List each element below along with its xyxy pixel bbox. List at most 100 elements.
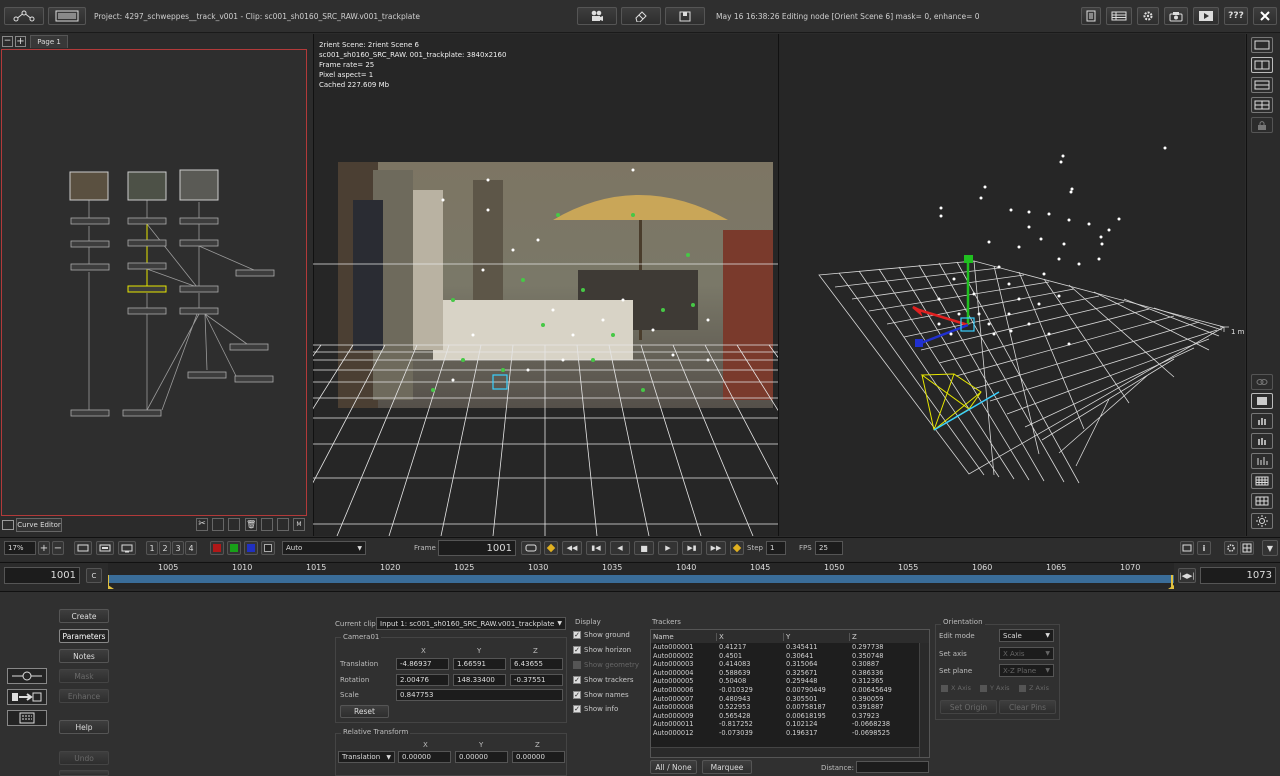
alpha-channel-button[interactable] [261, 541, 275, 555]
show-geometry-checkbox[interactable]: Show geometry [573, 661, 639, 669]
layout-button[interactable] [1106, 7, 1132, 25]
help-button[interactable]: ??? [1224, 7, 1248, 25]
list-view-button[interactable] [48, 7, 86, 25]
edit-mode-select[interactable]: Scale ▼ [999, 629, 1054, 642]
show-horizon-checkbox[interactable]: ✓ Show horizon [573, 646, 631, 654]
keyframe-button[interactable] [544, 541, 558, 555]
channel-select[interactable]: Auto ▼ [282, 541, 366, 555]
delete-icon[interactable]: 🗑 [245, 518, 257, 531]
table-row[interactable]: Auto000003 0.414083 0.315064 0.30887 [653, 660, 929, 669]
view-4-button[interactable]: 4 [185, 541, 197, 555]
reset-button[interactable]: Reset [340, 705, 389, 718]
grid-dense-button[interactable] [1251, 393, 1273, 409]
stop-button[interactable]: ■ [634, 541, 654, 555]
frame-field[interactable]: 1001 [438, 540, 516, 556]
node-view-button[interactable] [4, 7, 44, 25]
undo-button[interactable]: Undo [59, 751, 109, 765]
relative-z-field[interactable]: 0.00000 [512, 751, 565, 763]
keyframe-add-button[interactable] [730, 541, 744, 555]
clear-pins-button[interactable]: Clear Pins [999, 700, 1056, 714]
view-settings-button[interactable] [1224, 541, 1238, 555]
col-x[interactable]: X [717, 632, 784, 641]
camera-view[interactable] [313, 160, 778, 536]
col-z[interactable]: Z [850, 633, 918, 641]
collapse-panel-button[interactable]: ▼ [1262, 540, 1278, 556]
redo-button[interactable] [59, 770, 109, 776]
view-menu-button[interactable] [1240, 541, 1254, 555]
loop-button[interactable] [521, 541, 541, 555]
copy-icon[interactable] [212, 518, 224, 531]
show-names-checkbox[interactable]: ✓ Show names [573, 691, 629, 699]
parameters-button[interactable]: Parameters [59, 629, 109, 643]
layout-quad-button[interactable] [1251, 97, 1273, 113]
green-channel-button[interactable] [227, 541, 241, 555]
fit-icon[interactable] [261, 518, 273, 531]
rotation-z-field[interactable]: -0.37551 [510, 674, 563, 686]
next-key-button[interactable]: ▶▮ [682, 541, 702, 555]
table-row[interactable]: Auto000002 0.4501 0.30641 0.350748 [653, 652, 929, 661]
create-button[interactable]: Create [59, 609, 109, 623]
set-origin-button[interactable]: Set Origin [940, 700, 997, 714]
close-button[interactable] [1253, 7, 1277, 25]
snapshot-button[interactable] [1164, 7, 1188, 25]
enhance-button[interactable]: Enhance [59, 689, 109, 703]
table-row[interactable]: Auto000008 0.522953 0.00758187 0.391887 [653, 703, 929, 712]
zoom-out-button[interactable]: − [52, 541, 64, 555]
go-start-button[interactable]: ◀◀ [562, 541, 582, 555]
table-row[interactable]: Auto000006 -0.010329 0.00790449 0.00645649 [653, 686, 929, 695]
scale-field[interactable]: 0.847753 [396, 689, 563, 701]
notes-tab-button[interactable]: Notes [59, 649, 109, 663]
link-button[interactable] [1251, 374, 1273, 390]
current-clip-select[interactable]: Input 1: sc001_sh0160_SRC_RAW.v001_track… [376, 617, 566, 630]
scissors-icon[interactable]: ✂ [196, 518, 208, 531]
relative-mode-select[interactable]: Translation ▼ [338, 751, 395, 763]
help-tab-button[interactable]: Help [59, 720, 109, 734]
x-axis-checkbox[interactable]: X Axis [941, 684, 971, 692]
start-frame-field[interactable]: 1001 [4, 567, 80, 584]
node-link-icon[interactable] [7, 668, 47, 684]
layout-split-button[interactable] [1251, 57, 1273, 73]
bars-alt-button[interactable] [1251, 433, 1273, 449]
fullscreen-button[interactable] [96, 541, 114, 555]
c-button[interactable]: C [86, 568, 102, 583]
table-row[interactable]: Auto000011 -0.817252 0.102124 -0.0668238 [653, 720, 929, 729]
camera-button[interactable] [577, 7, 617, 25]
3d-view[interactable]: 1 m [779, 34, 1245, 536]
erase-button[interactable] [621, 7, 661, 25]
bars-button[interactable] [1251, 413, 1273, 429]
set-axis-select[interactable]: X Axis ▼ [999, 647, 1054, 660]
collapse-icon[interactable]: − [2, 36, 13, 47]
relative-y-field[interactable]: 0.00000 [455, 751, 508, 763]
calculator-icon[interactable] [7, 710, 47, 726]
relative-x-field[interactable]: 0.00000 [398, 751, 451, 763]
col-name[interactable]: Name [651, 632, 717, 641]
marquee-button[interactable]: Marquee [702, 760, 752, 774]
layout-horizontal-button[interactable] [1251, 77, 1273, 93]
go-end-button[interactable]: ▶▶ [706, 541, 726, 555]
lock-button[interactable] [1251, 117, 1273, 133]
show-trackers-checkbox[interactable]: ✓ Show trackers [573, 676, 634, 684]
grid-button[interactable] [1251, 473, 1273, 489]
zoom-in-button[interactable]: + [38, 541, 50, 555]
horizontal-scrollbar[interactable] [651, 747, 919, 757]
vertical-scrollbar[interactable] [919, 643, 929, 757]
fps-field[interactable]: 25 [815, 541, 843, 555]
layout-single-button[interactable] [1251, 37, 1273, 53]
trackers-table[interactable]: Name X Y Z Auto000001 0.41217 0.345411 0.29… [650, 629, 930, 758]
show-info-checkbox[interactable]: ✓ Show info [573, 705, 618, 713]
zoom-field[interactable]: 17% [4, 541, 36, 555]
waveform-button[interactable] [1251, 453, 1273, 469]
mask-button[interactable]: Mask [59, 669, 109, 683]
play-movie-button[interactable] [1193, 7, 1219, 25]
paste-icon[interactable] [228, 518, 240, 531]
all-none-button[interactable]: All / None [650, 760, 697, 774]
table-row[interactable]: Auto000005 0.50408 0.259448 0.312365 [653, 677, 929, 686]
clip-button[interactable] [665, 7, 705, 25]
play-reverse-button[interactable]: ◀ [610, 541, 630, 555]
expand-icon[interactable] [277, 518, 289, 531]
view-1-button[interactable]: 1 [146, 541, 158, 555]
table-row[interactable]: Auto000007 0.480943 0.305501 0.390059 [653, 695, 929, 704]
translation-y-field[interactable]: 1.66591 [453, 658, 506, 670]
view-3-button[interactable]: 3 [172, 541, 184, 555]
table-row[interactable]: Auto000004 0.588639 0.325671 0.386336 [653, 669, 929, 678]
